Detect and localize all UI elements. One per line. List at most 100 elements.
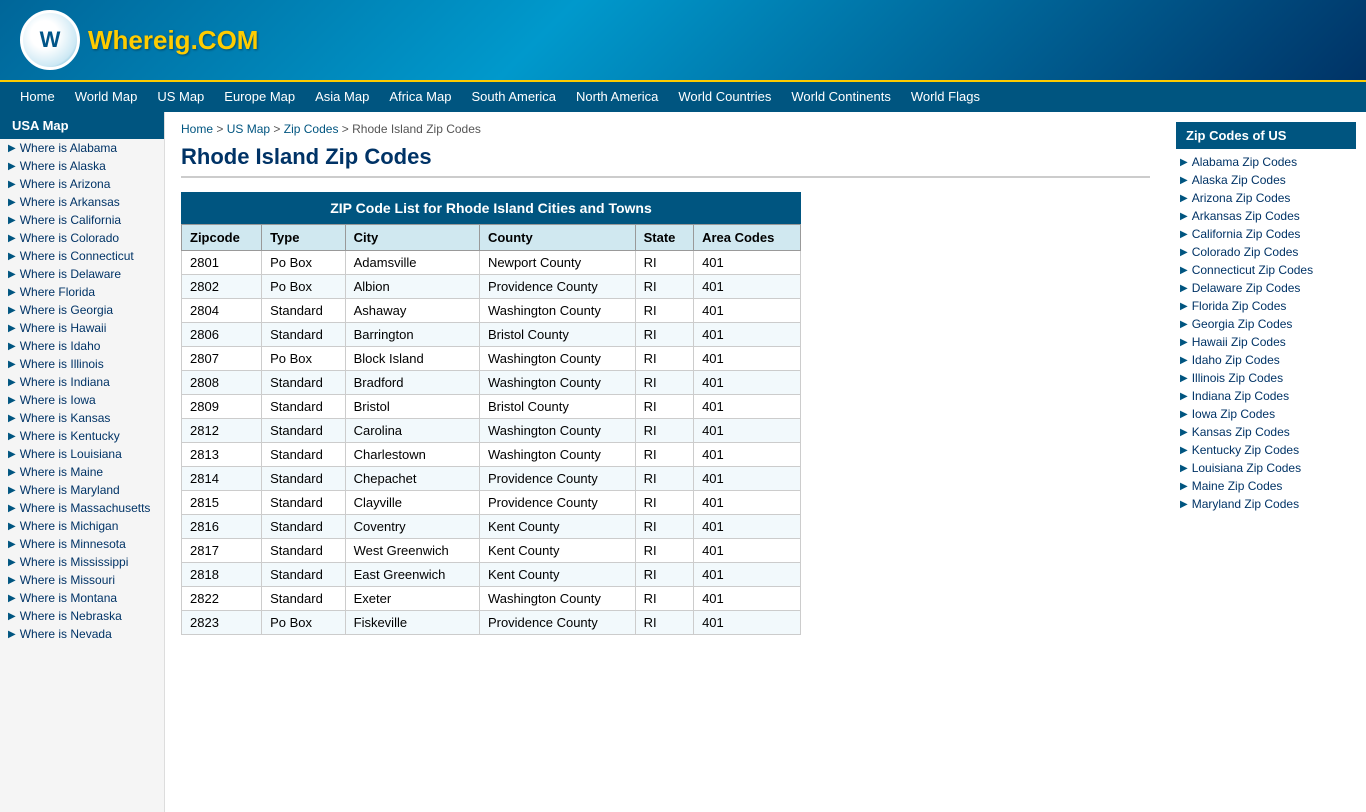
right-panel-link[interactable]: Kentucky Zip Codes — [1192, 443, 1299, 457]
table-cell: Bristol — [345, 395, 479, 419]
sidebar-link[interactable]: Where is Louisiana — [20, 447, 122, 461]
right-panel-link[interactable]: Indiana Zip Codes — [1192, 389, 1289, 403]
sidebar-link[interactable]: Where is Mississippi — [20, 555, 129, 569]
right-panel-link[interactable]: Illinois Zip Codes — [1192, 371, 1283, 385]
right-panel-link[interactable]: Idaho Zip Codes — [1192, 353, 1280, 367]
right-panel-link[interactable]: Louisiana Zip Codes — [1192, 461, 1301, 475]
sidebar-link[interactable]: Where is Indiana — [20, 375, 110, 389]
sidebar-link[interactable]: Where is Nevada — [20, 627, 112, 641]
sidebar-link[interactable]: Where is Idaho — [20, 339, 101, 353]
table-column-header: Zipcode — [182, 225, 262, 251]
sidebar-link[interactable]: Where is Hawaii — [20, 321, 107, 335]
table-cell: Providence County — [479, 275, 635, 299]
nav-item-north-america[interactable]: North America — [566, 81, 668, 113]
breadcrumb-us-map[interactable]: US Map — [227, 122, 270, 136]
right-panel-link[interactable]: Connecticut Zip Codes — [1192, 263, 1313, 277]
right-panel-item: ▶Indiana Zip Codes — [1176, 387, 1356, 405]
right-arrow-icon: ▶ — [1180, 193, 1188, 204]
sidebar-link[interactable]: Where is Nebraska — [20, 609, 122, 623]
right-panel-link[interactable]: Florida Zip Codes — [1192, 299, 1287, 313]
table-header: ZipcodeTypeCityCountyStateArea Codes — [182, 225, 801, 251]
sidebar-link[interactable]: Where is Maryland — [20, 483, 120, 497]
sidebar-link[interactable]: Where is Arizona — [20, 177, 111, 191]
table-cell: Ashaway — [345, 299, 479, 323]
nav-item-south-america[interactable]: South America — [461, 81, 566, 113]
sidebar-link[interactable]: Where is Missouri — [20, 573, 115, 587]
right-panel-link[interactable]: Colorado Zip Codes — [1192, 245, 1299, 259]
table-cell: Standard — [262, 443, 346, 467]
right-panel-link[interactable]: Maine Zip Codes — [1192, 479, 1283, 493]
sidebar-link[interactable]: Where is Maine — [20, 465, 103, 479]
right-panel-link[interactable]: Arkansas Zip Codes — [1192, 209, 1300, 223]
page-title: Rhode Island Zip Codes — [181, 144, 1150, 178]
table-row: 2801Po BoxAdamsvilleNewport CountyRI401 — [182, 251, 801, 275]
nav-bar: HomeWorld MapUS MapEurope MapAsia MapAfr… — [0, 80, 1366, 112]
table-cell: RI — [635, 299, 693, 323]
sidebar-link[interactable]: Where is Arkansas — [20, 195, 120, 209]
nav-item-africa-map[interactable]: Africa Map — [379, 81, 461, 113]
right-panel-link[interactable]: Alabama Zip Codes — [1192, 155, 1297, 169]
table-cell: Po Box — [262, 611, 346, 635]
table-cell: East Greenwich — [345, 563, 479, 587]
sidebar-link[interactable]: Where is Alaska — [20, 159, 106, 173]
table-cell: Standard — [262, 587, 346, 611]
sidebar-arrow-icon: ▶ — [8, 323, 16, 334]
sidebar-item: ▶Where Florida — [0, 283, 164, 301]
table-cell: RI — [635, 611, 693, 635]
right-panel-link[interactable]: Arizona Zip Codes — [1192, 191, 1291, 205]
sidebar-link[interactable]: Where is Colorado — [20, 231, 119, 245]
sidebar-arrow-icon: ▶ — [8, 251, 16, 262]
right-panel-link[interactable]: California Zip Codes — [1192, 227, 1301, 241]
nav-item-world-countries[interactable]: World Countries — [668, 81, 781, 113]
right-panel-item: ▶Maryland Zip Codes — [1176, 495, 1356, 513]
right-panel-link[interactable]: Delaware Zip Codes — [1192, 281, 1301, 295]
table-cell: 401 — [694, 275, 801, 299]
sidebar-link[interactable]: Where is Illinois — [20, 357, 104, 371]
sidebar-link[interactable]: Where is Alabama — [20, 141, 117, 155]
sidebar-link[interactable]: Where is Kentucky — [20, 429, 120, 443]
sidebar-arrow-icon: ▶ — [8, 521, 16, 532]
right-panel-item: ▶Alaska Zip Codes — [1176, 171, 1356, 189]
sidebar-link[interactable]: Where is Minnesota — [20, 537, 126, 551]
nav-item-world-flags[interactable]: World Flags — [901, 81, 990, 113]
right-panel-link[interactable]: Maryland Zip Codes — [1192, 497, 1299, 511]
sidebar-link[interactable]: Where is Iowa — [20, 393, 96, 407]
breadcrumb-home[interactable]: Home — [181, 122, 213, 136]
sidebar-link[interactable]: Where is Michigan — [20, 519, 119, 533]
sidebar-link[interactable]: Where is California — [20, 213, 121, 227]
right-panel-link[interactable]: Iowa Zip Codes — [1192, 407, 1275, 421]
breadcrumb-zip-codes[interactable]: Zip Codes — [284, 122, 339, 136]
site-header: W Whereig.COM — [0, 0, 1366, 80]
right-arrow-icon: ▶ — [1180, 481, 1188, 492]
table-cell: Providence County — [479, 491, 635, 515]
nav-item-asia-map[interactable]: Asia Map — [305, 81, 379, 113]
right-panel-link[interactable]: Alaska Zip Codes — [1192, 173, 1286, 187]
logo[interactable]: W Whereig.COM — [20, 10, 258, 70]
right-panel: Zip Codes of US ▶Alabama Zip Codes▶Alask… — [1166, 112, 1366, 812]
right-panel-item: ▶Iowa Zip Codes — [1176, 405, 1356, 423]
table-row: 2817StandardWest GreenwichKent CountyRI4… — [182, 539, 801, 563]
right-panel-link[interactable]: Hawaii Zip Codes — [1192, 335, 1286, 349]
sidebar-link[interactable]: Where is Georgia — [20, 303, 113, 317]
nav-item-world-continents[interactable]: World Continents — [781, 81, 900, 113]
nav-item-us-map[interactable]: US Map — [147, 81, 214, 113]
nav-item-home[interactable]: Home — [10, 81, 65, 113]
sidebar-link[interactable]: Where Florida — [20, 285, 95, 299]
sidebar-link[interactable]: Where is Delaware — [20, 267, 121, 281]
right-panel-link[interactable]: Georgia Zip Codes — [1192, 317, 1293, 331]
nav-item-europe-map[interactable]: Europe Map — [214, 81, 305, 113]
table-cell: Standard — [262, 563, 346, 587]
right-panel-item: ▶Georgia Zip Codes — [1176, 315, 1356, 333]
right-panel-link[interactable]: Kansas Zip Codes — [1192, 425, 1290, 439]
table-cell: 401 — [694, 587, 801, 611]
nav-item-world-map[interactable]: World Map — [65, 81, 148, 113]
sidebar-link[interactable]: Where is Massachusetts — [20, 501, 151, 515]
sidebar-link[interactable]: Where is Montana — [20, 591, 117, 605]
table-cell: RI — [635, 275, 693, 299]
sidebar-item: ▶Where is Georgia — [0, 301, 164, 319]
table-cell: Washington County — [479, 419, 635, 443]
right-panel-item: ▶California Zip Codes — [1176, 225, 1356, 243]
table-cell: Standard — [262, 299, 346, 323]
sidebar-link[interactable]: Where is Connecticut — [20, 249, 134, 263]
sidebar-link[interactable]: Where is Kansas — [20, 411, 111, 425]
